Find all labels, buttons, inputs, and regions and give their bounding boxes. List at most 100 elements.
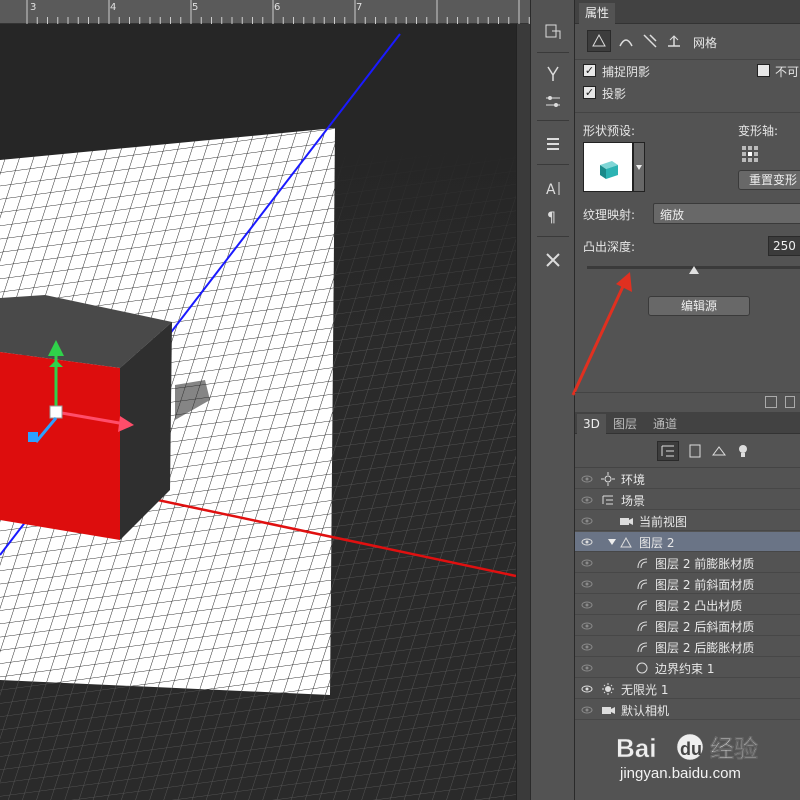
render-icon[interactable]	[765, 396, 777, 408]
layer-row[interactable]: 图层 2 前膨胀材质	[575, 553, 800, 573]
extrusion-depth-value: 250	[773, 239, 796, 253]
watermark-url: jingyan.baidu.com	[620, 765, 741, 782]
visibility-eye-icon[interactable]	[581, 473, 593, 485]
panel-icon-strip: A ¶	[530, 0, 575, 800]
svg-text:du: du	[680, 739, 702, 759]
ruler-ticks	[26, 0, 530, 24]
svg-text:¶: ¶	[547, 210, 556, 225]
visibility-eye-icon[interactable]	[581, 599, 593, 611]
deform-mode-icon[interactable]	[617, 32, 635, 50]
layer-name: 图层 2 后膨胀材质	[655, 641, 755, 655]
layer-row[interactable]: 图层 2 前斜面材质	[575, 574, 800, 594]
brush-preset-icon[interactable]	[538, 62, 568, 86]
delete-icon[interactable]	[785, 396, 795, 408]
shape-preset-label: 形状预设:	[583, 124, 636, 138]
properties-footer	[575, 392, 800, 410]
tab-layers[interactable]: 图层	[607, 414, 643, 434]
layer-row[interactable]: 图层 2 后斜面材质	[575, 616, 800, 636]
material-icon	[635, 640, 649, 654]
3d-scene[interactable]	[0, 24, 516, 800]
layer-row[interactable]: 图层 2	[575, 532, 800, 552]
canvas-viewport[interactable]: 3 4 5 6 7	[0, 0, 530, 800]
layer-name: 场景	[621, 494, 646, 508]
cast-shadow-checkbox[interactable]: ✓	[583, 86, 596, 99]
properties-icon[interactable]	[538, 132, 568, 156]
visibility-eye-icon[interactable]	[581, 578, 593, 590]
cube-front-face	[0, 352, 120, 540]
layer-row[interactable]: 环境	[575, 469, 800, 489]
scene-icon	[601, 493, 615, 507]
coordinates-mode-icon[interactable]	[665, 32, 683, 50]
expand-triangle-icon[interactable]	[607, 536, 617, 546]
layer-row[interactable]: 边界约束 1	[575, 658, 800, 678]
visibility-eye-icon[interactable]	[581, 662, 593, 674]
deform-axis-grid-icon[interactable]	[740, 144, 760, 164]
material-icon	[635, 577, 649, 591]
meshes-filter-icon[interactable]	[687, 443, 703, 459]
material-icon	[635, 619, 649, 633]
history-icon[interactable]	[538, 20, 568, 44]
layer-name: 图层 2 前斜面材质	[655, 578, 755, 592]
visibility-eye-icon[interactable]	[581, 641, 593, 653]
layer-row[interactable]: 当前视图	[575, 511, 800, 531]
vertical-scrollbar[interactable]	[516, 24, 530, 800]
shape-preset-dropdown[interactable]	[633, 142, 645, 192]
layer-name: 图层 2 后斜面材质	[655, 620, 755, 634]
tab-channels[interactable]: 通道	[647, 414, 683, 434]
visibility-eye-icon[interactable]	[581, 536, 593, 548]
paragraph-icon[interactable]: ¶	[538, 204, 568, 228]
reset-deform-button[interactable]: 重置变形	[738, 170, 800, 190]
visibility-eye-icon[interactable]	[581, 620, 593, 632]
light-icon	[601, 682, 615, 696]
whole-scene-filter-icon[interactable]	[657, 441, 679, 461]
material-icon	[635, 598, 649, 612]
texture-map-select[interactable]: 缩放	[653, 203, 800, 224]
shape-preset-thumbnail[interactable]	[583, 142, 633, 192]
visibility-eye-icon[interactable]	[581, 683, 593, 695]
character-icon[interactable]: A	[538, 176, 568, 200]
extrusion-depth-slider-thumb[interactable]	[688, 263, 699, 274]
horizontal-ruler: 3 4 5 6 7	[0, 0, 530, 24]
layers-tabbar: 3D 图层 通道	[575, 412, 800, 434]
3d-filter-row	[575, 434, 800, 468]
layer-name: 图层 2 凸出材质	[655, 599, 743, 613]
tool-presets-icon[interactable]	[538, 248, 568, 272]
catch-shadow-checkbox[interactable]: ✓	[583, 64, 596, 77]
right-panel: 属性 网格 ✓ 捕捉阴影 不可 ✓ 投影 形状预设: 变形轴: 重置变形 纹理映…	[571, 0, 800, 800]
cast-shadow-label: 投影	[602, 87, 627, 101]
texture-map-label: 纹理映射:	[583, 208, 636, 222]
properties-tabbar: 属性	[575, 0, 800, 24]
invisible-checkbox[interactable]	[757, 64, 770, 77]
layer-name: 无限光 1	[621, 683, 669, 697]
deform-axis-label: 变形轴:	[738, 124, 779, 138]
lights-filter-icon[interactable]	[735, 443, 751, 459]
tab-3d[interactable]: 3D	[577, 414, 606, 434]
layer-row[interactable]: 场景	[575, 490, 800, 510]
mesh-mode-icon[interactable]	[587, 30, 611, 52]
materials-filter-icon[interactable]	[711, 443, 727, 459]
properties-mode-row: 网格	[575, 24, 800, 60]
baidu-jingyan-watermark: Bai du 经验 jingyan.baidu.com	[610, 725, 800, 800]
visibility-eye-icon[interactable]	[581, 704, 593, 716]
visibility-eye-icon[interactable]	[581, 494, 593, 506]
texture-map-value: 缩放	[660, 208, 685, 222]
layer-row[interactable]: 图层 2 凸出材质	[575, 595, 800, 615]
layer-row[interactable]: 图层 2 后膨胀材质	[575, 637, 800, 657]
visibility-eye-icon[interactable]	[581, 557, 593, 569]
svg-text:Bai: Bai	[616, 733, 656, 763]
annotation-arrow	[571, 272, 632, 396]
layer-name: 图层 2	[639, 536, 675, 550]
layer-row[interactable]: 默认相机	[575, 700, 800, 720]
visibility-eye-icon[interactable]	[581, 515, 593, 527]
cap-mode-icon[interactable]	[641, 32, 659, 50]
adjustments-icon[interactable]	[538, 90, 568, 114]
layer-name: 边界约束 1	[655, 662, 715, 676]
extrusion-depth-label: 凸出深度:	[583, 240, 636, 254]
extrusion-depth-input[interactable]: 250	[768, 236, 800, 256]
tab-properties[interactable]: 属性	[579, 3, 616, 24]
camera-icon	[601, 703, 615, 717]
layer-name: 环境	[621, 473, 646, 487]
camera-icon	[619, 514, 633, 528]
edit-source-button[interactable]: 编辑源	[648, 296, 750, 316]
layer-row[interactable]: 无限光 1	[575, 679, 800, 699]
